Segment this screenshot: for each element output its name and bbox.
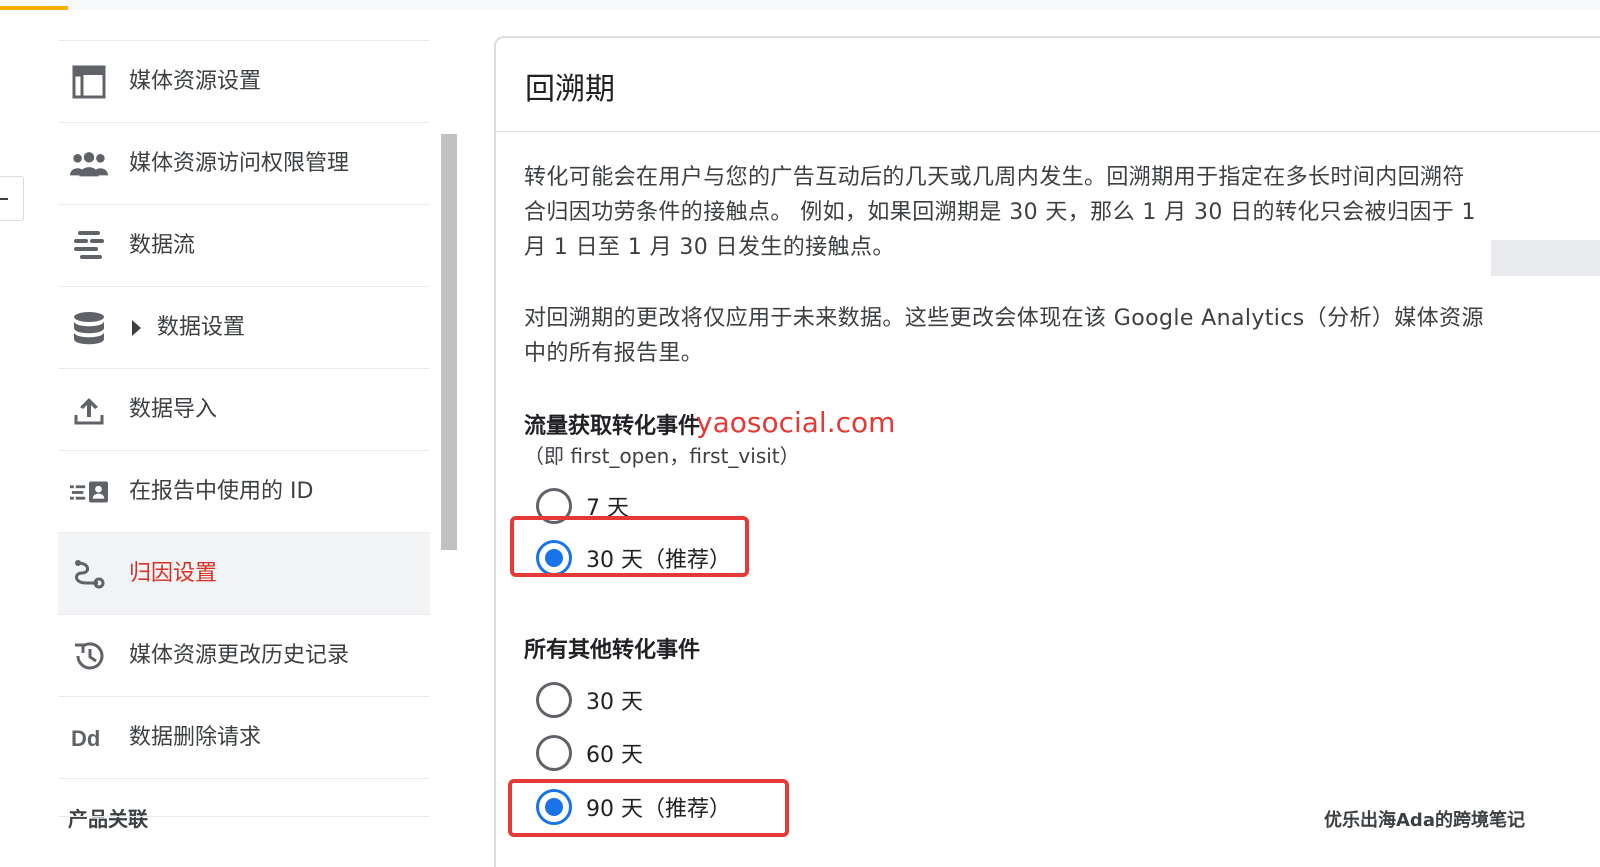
sidebar-section-title: 产品关联	[68, 807, 148, 831]
sidebar-item-label: 数据导入	[129, 397, 218, 422]
acquisition-events-subtitle: （即 first_open，first_visit）	[524, 444, 800, 468]
corner-watermark: 优乐出海Ada的跨境笔记	[1324, 810, 1525, 831]
sidebar-item-attribution-settings[interactable]: 归因设置	[58, 532, 430, 614]
sidebar-item-property-settings[interactable]: 媒体资源设置	[58, 40, 430, 122]
sidebar-item-label: 数据设置	[157, 315, 246, 340]
sidebar-item-label: 数据删除请求	[129, 725, 262, 750]
expand-caret-icon[interactable]	[132, 320, 141, 336]
page-title: 回溯期	[525, 72, 615, 107]
sidebar-divider	[58, 816, 430, 817]
sidebar-item-data-settings[interactable]: 数据设置	[58, 286, 430, 368]
radio-label: 30 天	[586, 690, 643, 715]
radio-label: 60 天	[586, 743, 643, 768]
notice-paragraph: 对回溯期的更改将仅应用于未来数据。这些更改会体现在该 Google Analyt…	[524, 306, 1484, 366]
sidebar-item-label: 媒体资源更改历史记录	[129, 643, 350, 668]
sidebar-item-change-history[interactable]: 媒体资源更改历史记录	[58, 614, 430, 696]
svg-text:Dd: Dd	[71, 726, 100, 751]
reporting-identity-icon	[70, 473, 108, 511]
description-paragraph: 转化可能会在用户与您的广告互动后的几天或几周内发生。回溯期用于指定在多长时间内回…	[524, 165, 1476, 260]
property-settings-icon	[70, 63, 108, 101]
history-icon	[70, 637, 108, 675]
sidebar-item-label: 在报告中使用的 ID	[129, 479, 314, 504]
highlight-box	[508, 779, 789, 837]
minus-icon	[0, 198, 8, 200]
top-bar	[0, 0, 1600, 10]
radio-button[interactable]	[536, 682, 572, 718]
radio-option-30-days[interactable]: 30 天	[536, 680, 643, 720]
top-bar-accent	[0, 6, 68, 10]
sidebar-scrollbar[interactable]	[441, 134, 457, 550]
sidebar-item-data-import[interactable]: 数据导入	[58, 368, 430, 450]
sidebar-item-data-deletion[interactable]: Dd 数据删除请求	[58, 696, 430, 778]
sidebar-item-reporting-identity[interactable]: 在报告中使用的 ID	[58, 450, 430, 532]
highlight-box	[510, 516, 749, 577]
sidebar: 媒体资源设置 媒体资源访问权限管理 数据流 数据设置 数据导入 在报告中使用的 …	[58, 40, 430, 779]
upload-icon	[70, 391, 108, 429]
other-events-title: 所有其他转化事件	[524, 638, 701, 663]
sidebar-item-label: 媒体资源访问权限管理	[129, 151, 350, 176]
sidebar-item-label: 归因设置	[129, 561, 218, 586]
radio-button[interactable]	[536, 735, 572, 771]
radio-option-60-days[interactable]: 60 天	[536, 733, 643, 773]
sidebar-item-label: 数据流	[129, 233, 196, 258]
watermark: yaosocial.com	[696, 406, 896, 439]
sidebar-item-label: 媒体资源设置	[129, 69, 262, 94]
collapse-button[interactable]	[0, 176, 24, 221]
database-icon	[70, 309, 108, 347]
attribution-icon	[70, 555, 108, 593]
sidebar-divider	[58, 778, 430, 779]
page-scroll-indicator	[1491, 240, 1600, 276]
people-icon	[70, 145, 108, 183]
data-deletion-icon: Dd	[70, 719, 108, 757]
sidebar-item-data-streams[interactable]: 数据流	[58, 204, 430, 286]
sidebar-item-access-management[interactable]: 媒体资源访问权限管理	[58, 122, 430, 204]
data-streams-icon	[70, 227, 108, 265]
acquisition-events-title: 流量获取转化事件	[524, 414, 701, 439]
panel-header: 回溯期	[496, 38, 1600, 132]
